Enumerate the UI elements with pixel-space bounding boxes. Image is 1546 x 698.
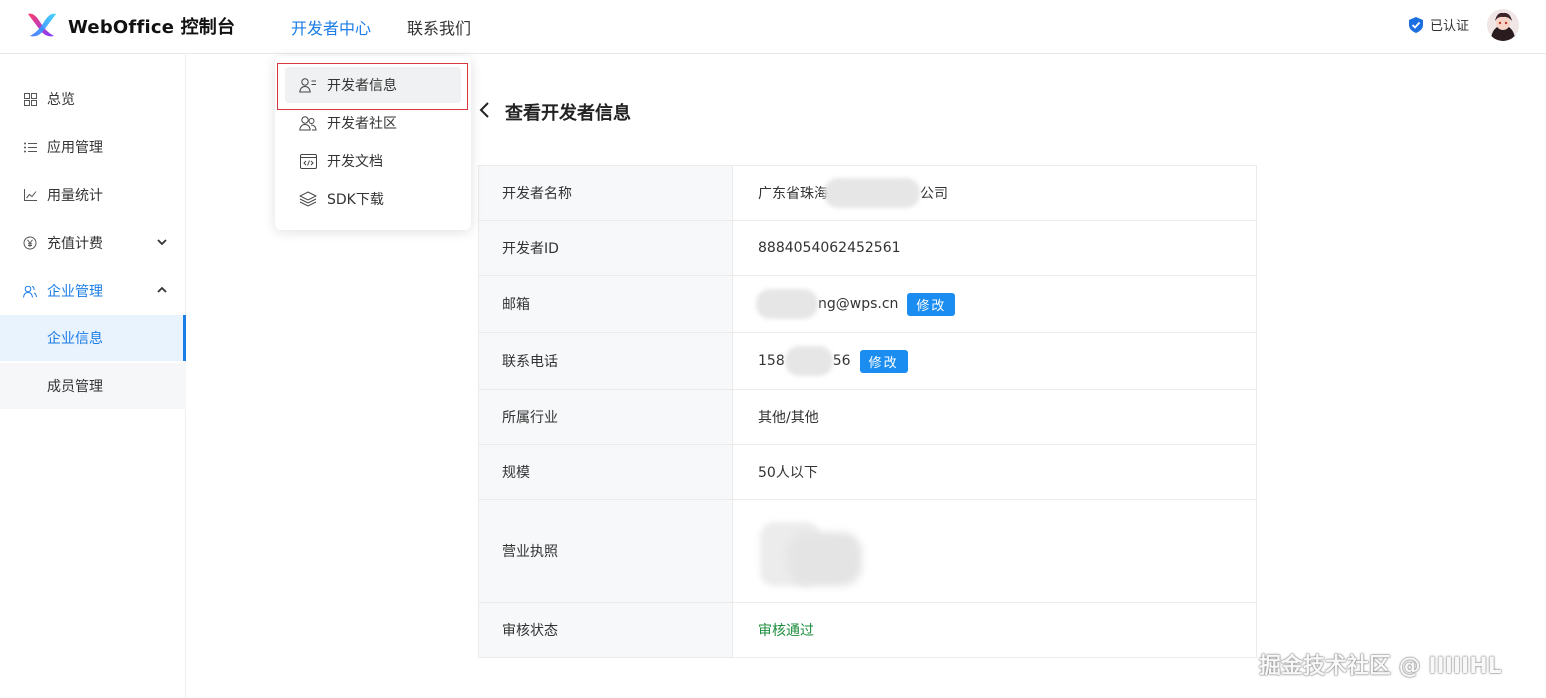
avatar-image-icon [1487,9,1519,41]
top-header: WebOffice 控制台 开发者中心 联系我们 已认证 [0,0,1546,54]
shield-check-icon [1409,16,1423,33]
redacted-mask [756,289,818,319]
value-suffix: 公司 [920,186,948,202]
developer-center-dropdown: 开发者信息 开发者社区 开发文档 SDK下载 [275,56,471,230]
table-row: 联系电话 158 56 修改 [479,333,1256,390]
menu-item-developer-community[interactable]: 开发者社区 [285,105,461,141]
row-label: 营业执照 [479,500,733,602]
sidebar-item-overview[interactable]: 总览 [0,75,185,123]
menu-item-label: 开发文档 [327,154,383,170]
chevron-up-icon [157,286,167,293]
community-users-icon [299,114,317,132]
industry-value: 其他/其他 [758,410,819,426]
verified-label: 已认证 [1430,19,1470,34]
nav-developer-center[interactable]: 开发者中心 [291,15,371,39]
sidebar-item-enterprise-management[interactable]: 企业管理 [0,267,185,315]
row-label: 开发者ID [479,221,733,275]
sidebar-subitem-member-management[interactable]: 成员管理 [0,363,186,409]
sidebar-item-usage-stats[interactable]: 用量统计 [0,171,185,219]
users-icon [22,283,38,299]
chevron-down-icon [157,239,167,246]
nav-contact-us[interactable]: 联系我们 [407,15,471,39]
code-doc-icon [299,152,317,170]
review-status-value: 审核通过 [758,623,814,639]
license-value [733,500,1256,602]
row-label: 规模 [479,445,733,499]
brand-title: WebOffice 控制台 [68,17,236,38]
row-label: 所属行业 [479,390,733,444]
table-row: 邮箱 ng@wps.cn 修改 [479,276,1256,333]
redacted-mask [824,178,920,208]
value-prefix: 广东省珠海 [758,186,828,202]
list-icon [22,139,38,155]
developer-info-table: 开发者名称 广东省珠海 公司 开发者ID 8884054062452561 邮箱… [478,165,1257,658]
value-prefix: 158 [758,353,785,369]
redacted-mask [784,346,833,376]
menu-item-developer-docs[interactable]: 开发文档 [285,143,461,179]
back-button[interactable] [478,100,492,120]
weboffice-logo-icon[interactable] [26,10,58,40]
phone-value: 158 56 修改 [733,333,1256,389]
page-title: 查看开发者信息 [505,103,631,124]
row-label: 开发者名称 [479,166,733,220]
sidebar-item-label: 企业管理 [47,284,103,300]
sidebar-item-billing[interactable]: 充值计费 [0,219,185,267]
email-value: ng@wps.cn 修改 [733,276,1256,332]
grid-icon [22,91,38,107]
value-suffix: ng@wps.cn [818,296,899,312]
sidebar-item-label: 应用管理 [47,140,103,156]
row-label: 审核状态 [479,603,733,657]
table-row: 开发者ID 8884054062452561 [479,221,1256,276]
business-license-image[interactable] [758,516,862,586]
row-label: 邮箱 [479,276,733,332]
layers-icon [299,190,317,208]
table-row: 开发者名称 广东省珠海 公司 [479,166,1256,221]
developer-id-value: 8884054062452561 [758,240,901,256]
sidebar-item-label: 充值计费 [47,236,103,252]
user-card-icon [299,76,317,94]
developer-name-value: 广东省珠海 公司 [733,166,1256,220]
verified-status[interactable]: 已认证 [1408,15,1469,34]
menu-item-sdk-download[interactable]: SDK下载 [285,181,461,217]
sidebar-subitem-enterprise-info[interactable]: 企业信息 [0,315,186,361]
sidebar-item-label: 用量统计 [47,188,103,204]
user-avatar[interactable] [1487,9,1519,41]
table-row: 规模 50人以下 [479,445,1256,500]
table-row: 审核状态 审核通过 [479,603,1256,657]
edit-email-button[interactable]: 修改 [907,292,956,316]
menu-item-developer-info[interactable]: 开发者信息 [285,67,461,103]
table-row: 营业执照 [479,500,1256,603]
line-chart-icon [22,187,38,203]
table-row: 所属行业 其他/其他 [479,390,1256,445]
value-suffix: 56 [832,353,851,369]
sidebar-item-app-management[interactable]: 应用管理 [0,123,185,171]
sidebar-item-label: 总览 [47,92,75,108]
edit-phone-button[interactable]: 修改 [859,349,908,373]
menu-item-label: 开发者信息 [327,78,397,94]
yen-coin-icon [22,235,38,251]
menu-item-label: 开发者社区 [327,116,397,132]
row-label: 联系电话 [479,333,733,389]
menu-item-label: SDK下载 [327,192,384,208]
sidebar: 总览 应用管理 用量统计 充值计费 企业管理 企业信息 成员管理 [0,55,186,698]
chevron-left-icon [479,102,489,118]
scale-value: 50人以下 [758,465,818,481]
watermark: 掘金技术社区 @ IIIIIHL [1259,654,1502,679]
